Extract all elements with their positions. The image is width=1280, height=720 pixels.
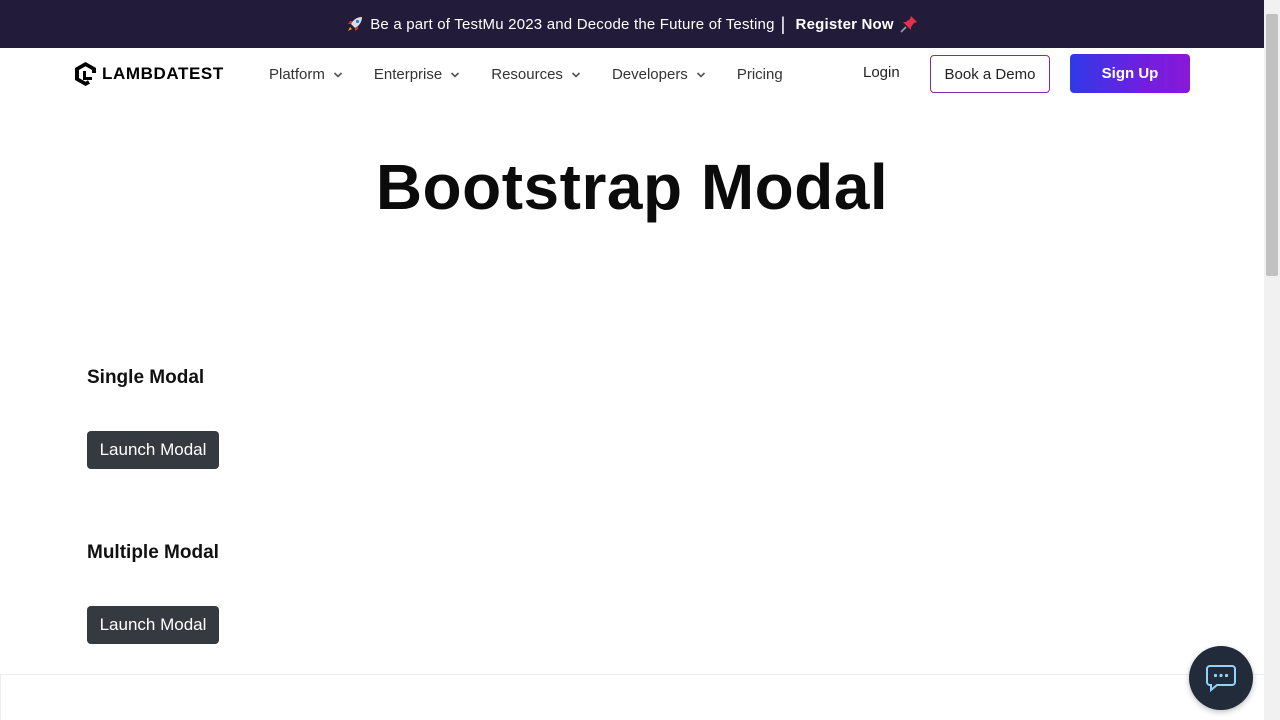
- announcement-separator: |: [780, 14, 786, 34]
- book-demo-button[interactable]: Book a Demo: [930, 55, 1050, 93]
- chat-widget-button[interactable]: [1189, 646, 1253, 710]
- pushpin-icon: [900, 15, 918, 33]
- scrollbar-thumb[interactable]: [1266, 14, 1278, 276]
- lambdatest-logo[interactable]: LAMBDATEST: [73, 60, 224, 88]
- announcement-text: Be a part of TestMu 2023 and Decode the …: [370, 15, 775, 33]
- launch-multiple-modal-button[interactable]: Launch Modal: [87, 606, 219, 644]
- menu-item-label: Platform: [269, 65, 325, 83]
- single-modal-heading: Single Modal: [87, 367, 205, 388]
- menu-item-platform[interactable]: Platform: [269, 66, 343, 83]
- chevron-down-icon: [451, 72, 460, 78]
- multiple-modal-heading: Multiple Modal: [87, 542, 219, 563]
- menu-item-label: Resources: [491, 65, 563, 83]
- rocket-icon: [346, 15, 364, 33]
- launch-single-modal-button[interactable]: Launch Modal: [87, 431, 219, 469]
- register-now-link[interactable]: Register Now: [796, 16, 894, 33]
- chevron-down-icon: [696, 72, 705, 78]
- page-title: Bootstrap Modal: [375, 151, 889, 223]
- chevron-down-icon: [333, 72, 342, 78]
- lambdatest-logo-icon: [75, 62, 96, 86]
- top-navbar: LAMBDATEST Platform Enterprise Resources…: [0, 48, 1264, 100]
- menu-item-label: Pricing: [736, 65, 783, 83]
- menu-item-label: Developers: [611, 65, 688, 83]
- sign-up-button[interactable]: Sign Up: [1070, 54, 1190, 93]
- chevron-down-icon: [571, 72, 581, 78]
- announcement-bar: Be a part of TestMu 2023 and Decode the …: [0, 0, 1264, 48]
- content-divider: [0, 674, 1264, 675]
- menu-item-pricing[interactable]: Pricing: [737, 66, 783, 83]
- menu-item-label: Enterprise: [373, 65, 443, 83]
- menu-item-resources[interactable]: Resources: [491, 66, 581, 83]
- content-divider-left: [0, 674, 1, 720]
- chat-icon: [1206, 665, 1236, 693]
- menu-item-enterprise[interactable]: Enterprise: [374, 66, 460, 83]
- menu-item-developers[interactable]: Developers: [612, 66, 706, 83]
- logo-text: LAMBDATEST: [102, 64, 224, 83]
- vertical-scrollbar[interactable]: [1264, 0, 1280, 720]
- login-link[interactable]: Login: [863, 64, 900, 81]
- main-menu: Platform Enterprise Resources Developers…: [269, 48, 814, 100]
